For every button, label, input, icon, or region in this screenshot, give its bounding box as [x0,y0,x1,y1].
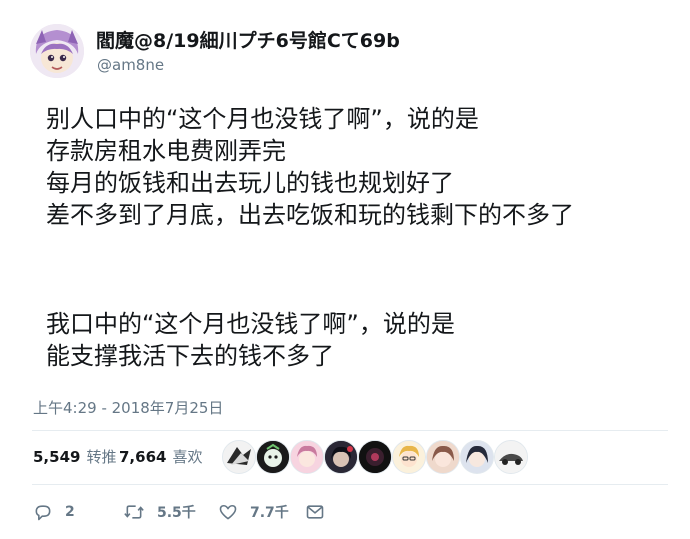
liker-avatar-4[interactable] [324,440,358,474]
reply-button[interactable]: 2 [33,500,75,524]
tweet-paragraph-2: 我口中的“这个月也没钱了啊”，说的是 能支撑我活下去的钱不多了 [46,308,455,372]
retweet-button[interactable]: 5.5千 [123,500,196,524]
divider [32,430,668,431]
liker-avatar-3[interactable] [290,440,324,474]
liker-avatar-9[interactable] [494,440,528,474]
liker-avatar-8[interactable] [460,440,494,474]
tweet-line: 每月的饭钱和出去玩儿的钱也规划好了 [46,169,454,197]
reply-count: 2 [65,504,75,520]
like-button[interactable]: 7.7千 [218,500,289,524]
tweet-timestamp[interactable]: 上午4:29 - 2018年7月25日 [33,397,223,418]
direct-message-button[interactable] [305,500,325,524]
retweets-label: 转推 [86,448,117,466]
tweet-line: 存款房租水电费刚弄完 [46,137,286,165]
tweet-line: 别人口中的“这个月也没钱了啊”，说的是 [46,105,479,133]
likes-count: 7,664 [119,448,167,466]
tweet-paragraph-1: 别人口中的“这个月也没钱了啊”，说的是 存款房租水电费刚弄完 每月的饭钱和出去玩… [46,103,574,231]
liker-avatar-5[interactable] [358,440,392,474]
reply-icon [35,505,51,521]
likes-label: 喜欢 [172,448,203,466]
likes-stat[interactable]: 7,664 喜欢 [119,446,202,467]
avatar[interactable] [30,24,84,78]
retweets-stat[interactable]: 5,549 转推 [33,446,116,467]
tweet-line: 差不多到了月底，出去吃饭和玩的钱剩下的不多了 [46,201,574,229]
user-handle[interactable]: @am8ne [97,56,164,74]
retweet-icon [124,505,144,519]
retweet-count: 5.5千 [157,505,196,521]
display-name[interactable]: 閻魔@8/19細川プチ6号館Cて69b [96,26,400,53]
divider [32,484,668,485]
tweet-card: 閻魔@8/19細川プチ6号館Cて69b @am8ne 别人口中的“这个月也没钱了… [0,0,690,539]
heart-icon [219,504,237,520]
tweet-line: 我口中的“这个月也没钱了啊”，说的是 [46,310,455,338]
anime-character-avatar-icon [30,24,84,78]
envelope-icon [306,505,324,519]
liker-avatar-1[interactable] [222,440,256,474]
liker-avatar-2[interactable] [256,440,290,474]
tweet-line: 能支撑我活下去的钱不多了 [46,342,334,370]
liker-avatar-7[interactable] [426,440,460,474]
liker-avatar-6[interactable] [392,440,426,474]
retweets-count: 5,549 [33,448,81,466]
like-count: 7.7千 [250,505,289,521]
